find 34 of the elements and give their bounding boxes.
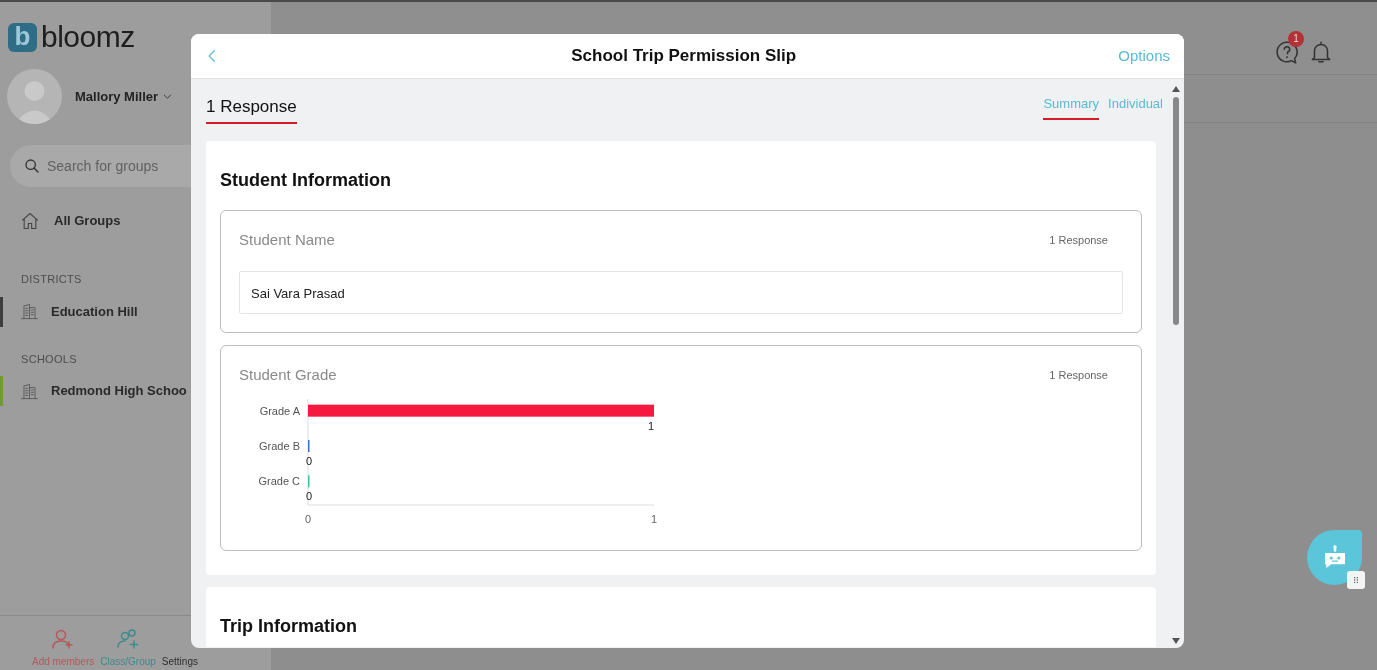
answer-field: Sai Vara Prasad <box>239 271 1123 314</box>
section-heading: SCHOOLS <box>21 351 78 367</box>
response-count: 1 Response <box>206 94 297 124</box>
modal-title: School Trip Permission Slip <box>571 45 797 68</box>
add-member-icon[interactable] <box>51 627 76 651</box>
logo-text: bloomz <box>41 22 135 52</box>
drag-handle[interactable] <box>1347 571 1365 589</box>
nav-link[interactable]: All Groups <box>54 211 121 231</box>
tick-label: 1 <box>650 512 658 525</box>
chevron-down-icon <box>162 91 174 102</box>
category-label: Grade C <box>258 474 300 487</box>
building-icon <box>20 302 39 321</box>
question-label: Student Grade <box>239 365 337 385</box>
grip-icon <box>1352 575 1360 585</box>
building-icon <box>20 381 39 401</box>
section-title: Trip Information <box>220 614 358 638</box>
home-icon <box>20 211 40 231</box>
chatbot-button[interactable] <box>1307 530 1362 585</box>
tick-label: 0 <box>304 512 312 525</box>
category-label: Grade A <box>259 404 300 417</box>
logo-mark: b <box>8 22 37 52</box>
search-icon <box>24 158 40 174</box>
category-label: Grade B <box>259 439 300 452</box>
value-label: 0 <box>305 454 312 467</box>
class-group-icon[interactable] <box>116 627 141 651</box>
response-count: 1 Response <box>1049 232 1108 248</box>
value-label: 0 <box>305 489 312 502</box>
section-heading: DISTRICTS <box>21 272 83 287</box>
value-label: 1 <box>647 419 654 432</box>
response-count: 1 Response <box>1049 368 1108 383</box>
question-label: Student Name <box>239 229 335 250</box>
notification-badge: 1 <box>1288 31 1304 47</box>
user-name[interactable]: Mallory Miller <box>75 86 159 107</box>
settings-label[interactable]: Settings <box>161 654 198 669</box>
